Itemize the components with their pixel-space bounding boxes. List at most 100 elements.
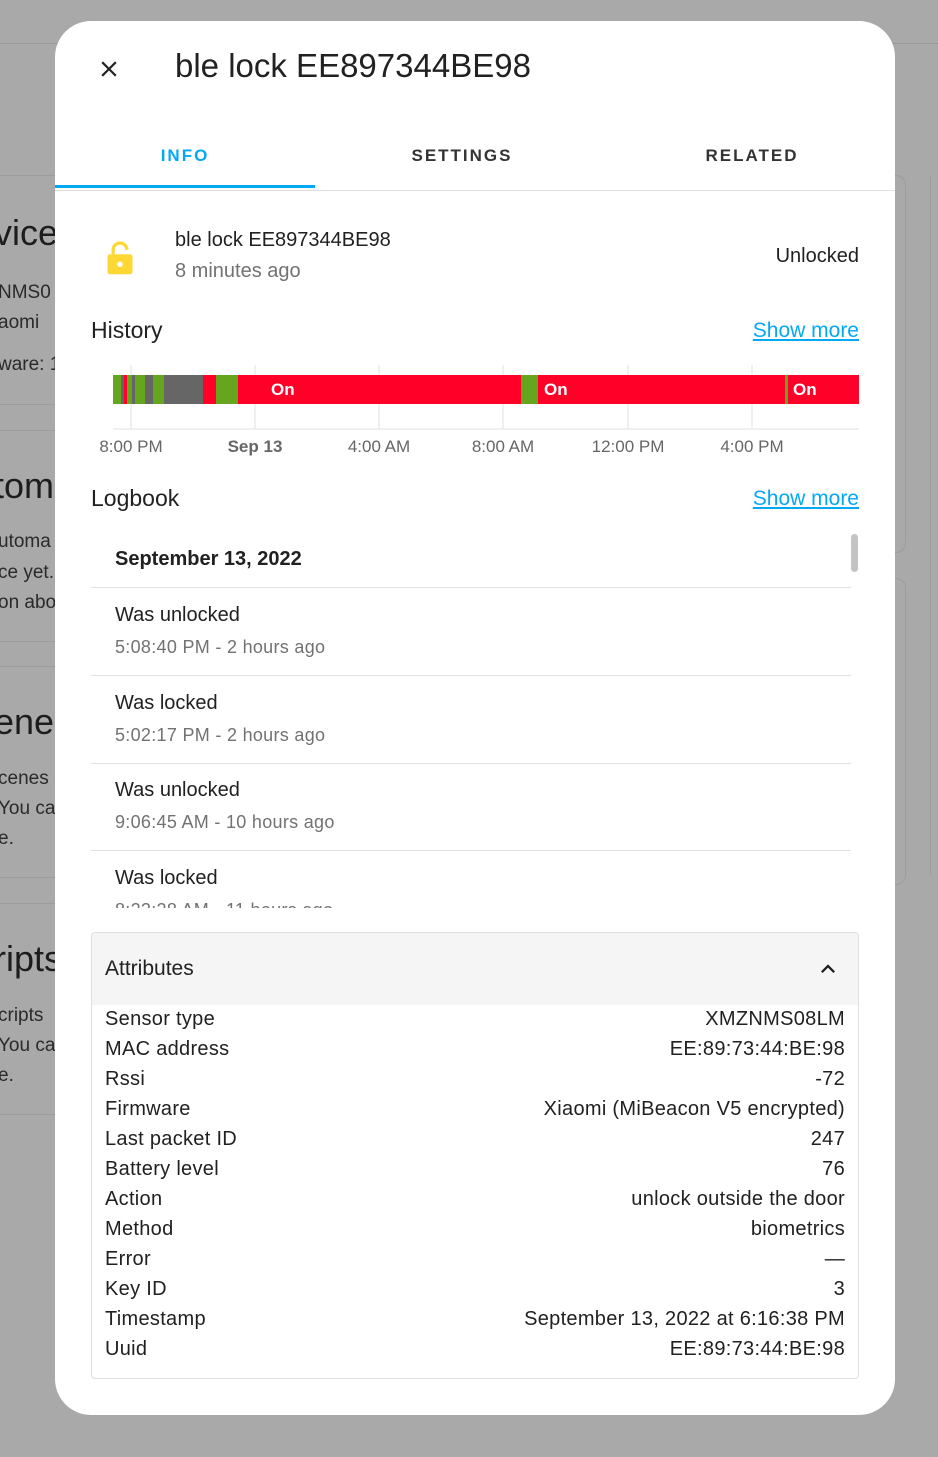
timeline-tick-label: Sep 13 — [228, 437, 283, 456]
tab-related[interactable]: RELATED — [622, 121, 882, 191]
history-show-more-link[interactable]: Show more — [753, 319, 859, 343]
background-right-card — [894, 175, 906, 553]
logbook-scrollbar[interactable] — [851, 534, 858, 572]
background-card-text: cenes — [0, 768, 49, 789]
background-card-text: aomi — [0, 312, 40, 333]
background-card-text: e. — [0, 828, 14, 849]
attribute-value: unlock outside the door — [631, 1188, 845, 1210]
timeline-tick-label: 4:00 AM — [348, 437, 410, 456]
logbook-entry-time: 5:08:40 PM - 2 hours ago — [115, 637, 326, 657]
logbook-show-more-link[interactable]: Show more — [753, 487, 859, 511]
attribute-key: Action — [105, 1188, 163, 1210]
timeline-tick-label: 4:00 PM — [720, 437, 783, 456]
attribute-key: Firmware — [105, 1098, 191, 1120]
attributes-title: Attributes — [105, 957, 194, 980]
more-info-dialog: ble lock EE897344BE98 INFO SETTINGS RELA… — [55, 21, 895, 1415]
attribute-row: Sensor type XMZNMS08LM — [105, 1008, 845, 1038]
attribute-key: Battery level — [105, 1158, 219, 1180]
lock-open-icon — [107, 241, 133, 275]
background-card-text: on abo — [0, 592, 57, 613]
timeline-bar-label: On — [271, 380, 295, 399]
timeline-segment-unavailable — [132, 375, 135, 404]
attribute-row: MAC address EE:89:73:44:BE:98 — [105, 1038, 845, 1068]
timeline-tick-label: 12:00 PM — [592, 437, 665, 456]
attribute-value: 76 — [822, 1158, 845, 1180]
timeline-segment-off — [113, 375, 121, 404]
entity-last-changed: 8 minutes ago — [175, 260, 301, 282]
timeline-segment-off — [521, 375, 538, 404]
attribute-value: biometrics — [750, 1218, 845, 1240]
background-card-text: ce yet. — [0, 562, 54, 583]
attributes-toggle[interactable]: Attributes — [92, 933, 858, 1005]
logbook-entry-message: Was unlocked — [115, 604, 240, 626]
attribute-key: Key ID — [105, 1278, 167, 1300]
timeline-segment-unavailable — [145, 375, 153, 404]
attribute-row: Action unlock outside the door — [105, 1188, 845, 1218]
chevron-up-icon — [821, 964, 835, 973]
timeline-segment-off — [785, 375, 788, 404]
timeline-segment-off — [216, 375, 238, 404]
attribute-value: XMZNMS08LM — [705, 1008, 845, 1030]
active-tab-indicator — [55, 185, 315, 188]
timeline-tick-label: 8:00 PM — [99, 437, 162, 456]
attribute-value: — — [824, 1248, 845, 1270]
background-right-card — [894, 578, 906, 885]
logbook-date: September 13, 2022 — [115, 548, 302, 570]
logbook-entry: Was locked 5:02:17 PM - 2 hours ago — [91, 676, 851, 764]
logbook-entry-time: 8:22:28 AM - 11 hours ago — [115, 900, 333, 908]
attribute-row: Error — — [105, 1248, 845, 1278]
timeline-segment-off — [127, 375, 132, 404]
attribute-value: EE:89:73:44:BE:98 — [669, 1338, 845, 1360]
background-right-column — [930, 175, 938, 875]
attribute-key: Sensor type — [105, 1008, 216, 1030]
attribute-row: Method biometrics — [105, 1218, 845, 1248]
attribute-row: Last packet ID 247 — [105, 1128, 845, 1158]
timeline-segment-on — [125, 375, 127, 404]
timeline-bar — [113, 375, 859, 404]
close-button[interactable] — [89, 49, 129, 89]
background-card-text: utoma — [0, 531, 51, 552]
logbook-entry: Was locked 8:22:28 AM - 11 hours ago — [91, 851, 851, 908]
attribute-key: Rssi — [105, 1068, 146, 1090]
timeline-segment-unavailable — [164, 375, 203, 404]
history-timeline[interactable]: On On On 8:00 PM Sep 13 4:00 AM 8:00 AM … — [91, 361, 859, 461]
background-card-text: You ca — [0, 798, 56, 819]
logbook-list[interactable]: September 13, 2022 Was unlocked 5:08:40 … — [91, 526, 859, 908]
entity-state-row: ble lock EE897344BE98 8 minutes ago Unlo… — [91, 226, 859, 296]
entity-name[interactable]: ble lock EE897344BE98 — [175, 229, 391, 252]
attribute-row: Battery level 76 — [105, 1158, 845, 1188]
tab-info[interactable]: INFO — [55, 121, 315, 191]
attribute-value: EE:89:73:44:BE:98 — [669, 1038, 845, 1060]
background-card-title: vice — [0, 212, 59, 253]
background-scenes-card: enes cenes You ca e. — [0, 666, 72, 878]
attribute-key: Error — [105, 1248, 151, 1270]
background-card-text: You ca — [0, 1035, 56, 1056]
dialog-title: ble lock EE897344BE98 — [175, 47, 531, 84]
background-card-title: tom — [0, 465, 55, 506]
timeline-bar-label: On — [793, 380, 817, 399]
background-scripts-card: ripts cripts You ca e. — [0, 903, 62, 1115]
logbook-entry-message: Was locked — [115, 692, 218, 714]
timeline-segment-off — [153, 375, 164, 404]
logbook-entry-message: Was locked — [115, 867, 218, 889]
background-card-text: cripts — [0, 1005, 44, 1026]
attribute-value: 247 — [810, 1128, 845, 1150]
attribute-row: Key ID 3 — [105, 1278, 845, 1308]
attributes-panel: Attributes Sensor type XMZNMS08LM MAC ad… — [91, 932, 859, 1379]
attribute-value: -72 — [815, 1068, 845, 1090]
timeline-segment-off — [135, 375, 145, 404]
tab-bar: INFO SETTINGS RELATED — [55, 121, 895, 191]
history-title: History — [91, 317, 163, 343]
background-card-text: e. — [0, 1065, 14, 1086]
attribute-row: Firmware Xiaomi (MiBeacon V5 encrypted) — [105, 1098, 845, 1128]
close-icon — [101, 61, 117, 77]
timeline-bar-label: On — [544, 380, 568, 399]
attribute-key: MAC address — [105, 1038, 230, 1060]
entity-state-value: Unlocked — [775, 245, 859, 267]
logbook-entry-message: Was unlocked — [115, 779, 240, 801]
logbook-entry: Was unlocked 9:06:45 AM - 10 hours ago — [91, 763, 851, 851]
tab-settings[interactable]: SETTINGS — [332, 121, 592, 191]
background-card-title: ripts — [0, 938, 63, 979]
attribute-row: Uuid EE:89:73:44:BE:98 — [105, 1338, 845, 1368]
logbook-entry-time: 9:06:45 AM - 10 hours ago — [115, 812, 335, 832]
